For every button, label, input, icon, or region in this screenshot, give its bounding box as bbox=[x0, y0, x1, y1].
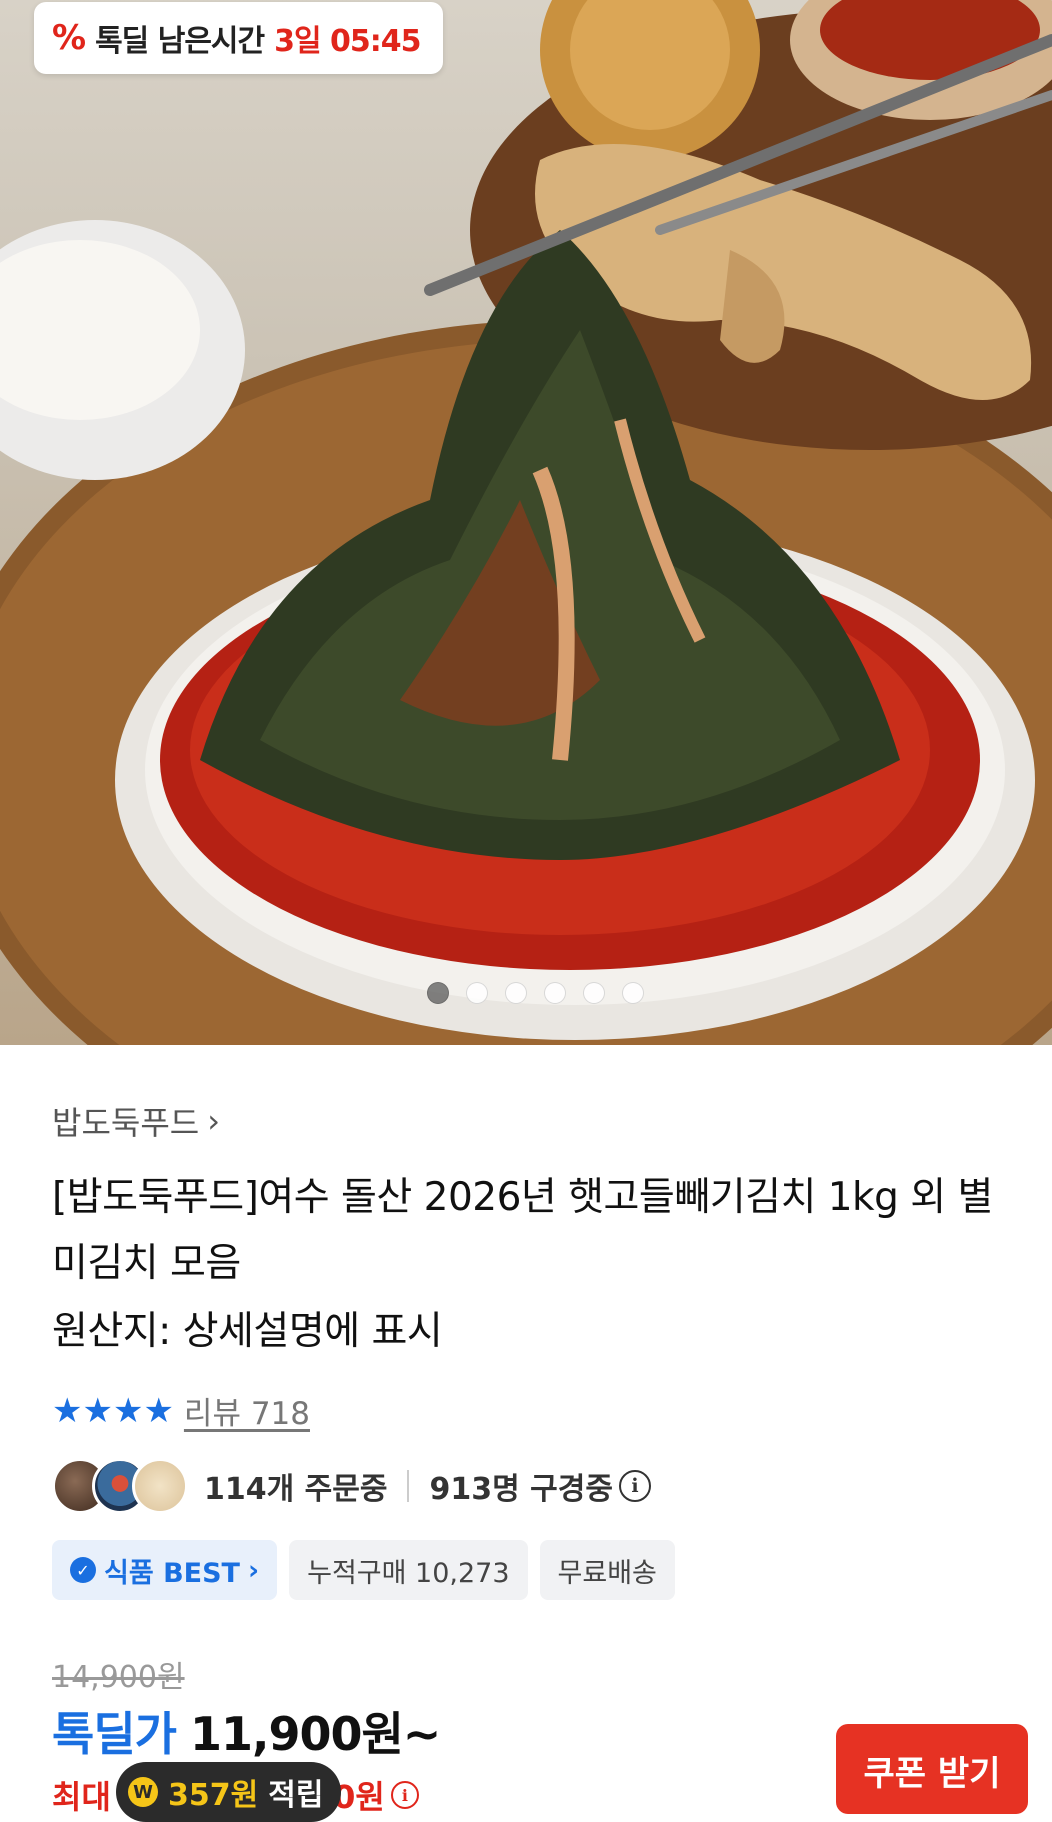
carousel-dot[interactable] bbox=[466, 982, 488, 1004]
product-title: [밥도둑푸드]여수 돌산 2026년 햇고들빼기김치 1kg 외 별미김치 모음 bbox=[52, 1175, 993, 1286]
product-image-carousel[interactable]: % 톡딜 남은시간 3일 05:45 bbox=[0, 0, 1052, 1045]
social-proof-row: 114개 주문중 913명 구경중 i bbox=[52, 1458, 651, 1514]
best-badge[interactable]: ✓ 식품 BEST › bbox=[52, 1540, 278, 1600]
points-reward-badge: W 357원 적립 bbox=[116, 1762, 342, 1822]
deal-timer-label: 톡딜 남은시간 bbox=[95, 24, 265, 59]
cumulative-purchase-badge: 누적구매 10,273 bbox=[289, 1540, 528, 1600]
info-icon[interactable]: i bbox=[390, 1781, 419, 1809]
chevron-right-icon: › bbox=[247, 1554, 260, 1586]
review-count-link[interactable]: 리뷰 718 bbox=[184, 1388, 310, 1433]
deal-price-label: 톡딜가 bbox=[52, 1707, 177, 1761]
divider bbox=[407, 1470, 410, 1502]
carousel-dot[interactable] bbox=[544, 982, 566, 1004]
original-price: 14,900원 bbox=[52, 1660, 185, 1695]
deal-timer-badge: % 톡딜 남은시간 3일 05:45 bbox=[34, 2, 443, 74]
product-origin: 원산지: 상세설명에 표시 bbox=[52, 1309, 443, 1354]
deal-timer-value: 3일 05:45 bbox=[274, 24, 421, 59]
rating-row: ★★★★ 리뷰 718 bbox=[52, 1388, 310, 1433]
carousel-indicator bbox=[427, 982, 644, 1004]
carousel-dot[interactable] bbox=[583, 982, 605, 1004]
kimchi-photo bbox=[0, 0, 1052, 1045]
viewers-count: 913명 구경중 bbox=[429, 1472, 613, 1507]
free-shipping-badge: 무료배송 bbox=[539, 1540, 675, 1600]
best-badge-label: 식품 BEST bbox=[104, 1557, 240, 1589]
carousel-dot[interactable] bbox=[622, 982, 644, 1004]
seller-name: 밥도둑푸드 bbox=[52, 1104, 200, 1142]
avatar bbox=[132, 1458, 188, 1514]
info-icon[interactable]: i bbox=[618, 1470, 651, 1502]
seller-link[interactable]: 밥도둑푸드 › bbox=[52, 1098, 220, 1144]
points-amount: 357원 bbox=[168, 1778, 259, 1813]
coin-icon: W bbox=[128, 1777, 158, 1807]
points-label: 적립 bbox=[268, 1778, 324, 1813]
deal-price-row: 톡딜가 11,900원~ bbox=[52, 1698, 441, 1764]
verified-badge-icon: ✓ bbox=[70, 1557, 96, 1583]
product-badges: ✓ 식품 BEST › 누적구매 10,273 무료배송 bbox=[52, 1540, 675, 1600]
carousel-dot[interactable] bbox=[505, 982, 527, 1004]
deal-price: 11,900원~ bbox=[189, 1707, 441, 1761]
star-rating-icon: ★★★★ bbox=[52, 1390, 174, 1431]
carousel-dot[interactable] bbox=[427, 982, 449, 1004]
get-coupon-button[interactable]: 쿠폰 받기 bbox=[836, 1724, 1028, 1814]
orders-count: 114개 주문중 bbox=[204, 1472, 388, 1507]
buyer-avatars bbox=[52, 1458, 188, 1514]
percent-tag-icon: % bbox=[52, 18, 86, 58]
max-discount-prefix: 최대 bbox=[52, 1778, 111, 1816]
chevron-right-icon: › bbox=[207, 1102, 220, 1140]
